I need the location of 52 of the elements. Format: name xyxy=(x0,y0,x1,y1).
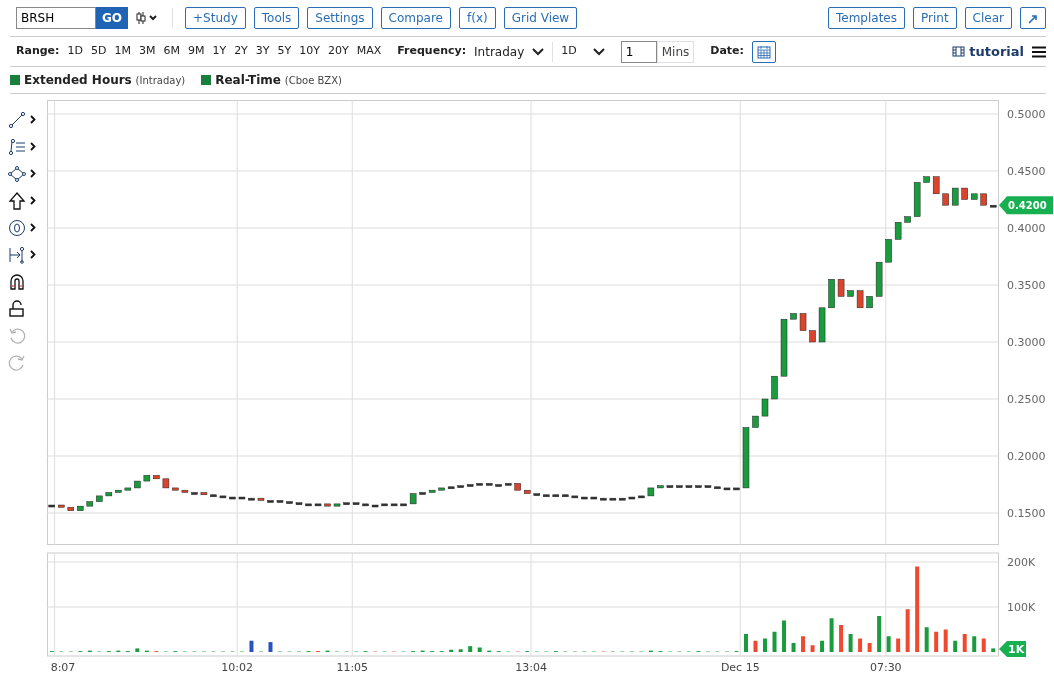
toolbar-button[interactable]: f(x) xyxy=(459,7,496,29)
axis-label: 13:04 xyxy=(515,661,547,674)
range-link[interactable]: 1Y xyxy=(212,43,227,60)
toolbar-button[interactable]: Settings xyxy=(307,7,373,29)
range-link[interactable]: 5D xyxy=(90,43,107,60)
axis-label: 0.4000 xyxy=(1007,222,1046,235)
range-link[interactable]: 1M xyxy=(114,43,131,60)
interval-unit: Mins xyxy=(656,40,695,63)
frequency-label: Frequency: xyxy=(397,43,467,60)
toolbar-button[interactable]: Print xyxy=(913,7,957,29)
toolbar-button[interactable]: Clear xyxy=(964,7,1012,29)
range-link[interactable]: 2Y xyxy=(234,43,248,60)
range-link[interactable]: 10Y xyxy=(299,43,320,60)
range-link[interactable]: 6M xyxy=(163,43,180,60)
date-label: Date: xyxy=(710,43,744,60)
axis-label: 0.4500 xyxy=(1007,165,1046,178)
tutorial-link[interactable]: tutorial xyxy=(952,41,1024,62)
axis-label: Dec 15 xyxy=(720,661,760,674)
axis-label: 07:30 xyxy=(869,661,902,674)
period-dropdown[interactable]: 1D xyxy=(561,43,605,60)
axis-label: 11:05 xyxy=(336,661,369,674)
toolbar-button[interactable]: +Study xyxy=(185,7,246,29)
range-link[interactable]: 3Y xyxy=(255,43,270,60)
legend-label: Extended Hours (Intraday) xyxy=(24,72,186,89)
axis-label: 10:02 xyxy=(221,661,254,674)
axis-label: 8:07 xyxy=(50,661,76,674)
range-link[interactable]: 5Y xyxy=(277,43,292,60)
range-link[interactable]: 1D xyxy=(67,43,83,60)
axis-label: 0.5000 xyxy=(1007,108,1046,121)
current-price-label: 0.4200 xyxy=(999,196,1053,215)
interval-input[interactable]: 1 xyxy=(620,40,657,63)
axis-label: 100K xyxy=(1007,601,1036,614)
legend-label: Real-Time (Cboe BZX) xyxy=(215,72,342,89)
range-link[interactable]: 9M xyxy=(187,43,205,60)
toolbar-button[interactable]: Grid View xyxy=(503,7,578,29)
range-link[interactable]: 20Y xyxy=(328,43,349,60)
axis-label: 0.3500 xyxy=(1007,279,1046,292)
go-button[interactable]: GO xyxy=(96,7,129,29)
range-label: Range: xyxy=(16,43,60,60)
range-link[interactable]: MAX xyxy=(356,43,382,60)
toolbar-button[interactable]: Compare xyxy=(380,7,451,29)
toolbar-button[interactable]: Tools xyxy=(253,7,300,29)
current-volume-label: 1K xyxy=(999,641,1026,657)
toolbar-button[interactable]: Templates xyxy=(828,7,905,29)
axis-label: 0.2500 xyxy=(1007,393,1046,406)
axis-label: 0.2000 xyxy=(1007,450,1046,463)
axis-label: 200K xyxy=(1007,556,1036,569)
axis-label: 0.1500 xyxy=(1007,507,1046,520)
symbol-input[interactable]: BRSH xyxy=(16,7,96,29)
range-link[interactable]: 3M xyxy=(138,43,156,60)
frequency-dropdown[interactable]: Intraday xyxy=(474,42,545,61)
axis-label: 0.3000 xyxy=(1007,336,1046,349)
